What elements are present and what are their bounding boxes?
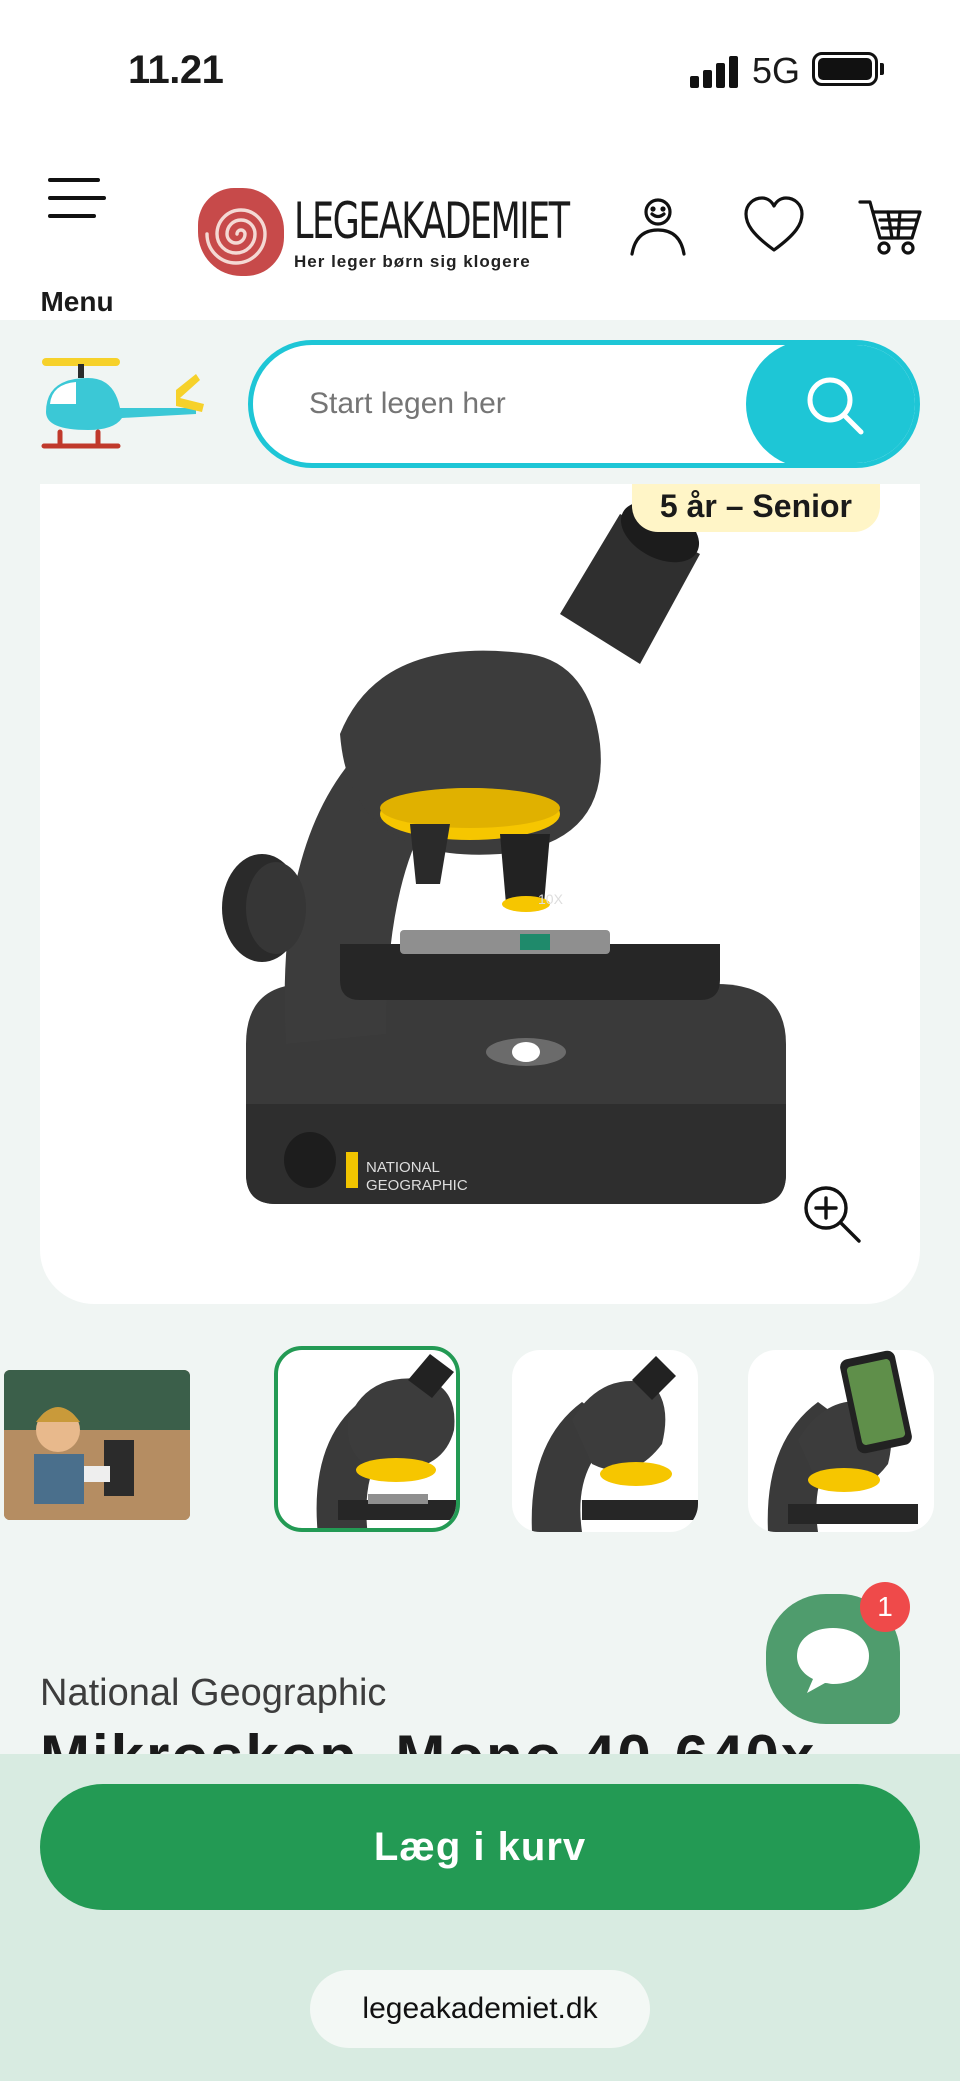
svg-text:10X: 10X — [538, 891, 564, 907]
browser-url-bar[interactable]: legeakademiet.dk — [310, 1970, 650, 2048]
user-icon[interactable] — [626, 194, 690, 258]
menu-label: Menu — [40, 286, 114, 317]
thumbnail-2[interactable] — [274, 1346, 460, 1532]
thumbnail-4[interactable] — [748, 1350, 934, 1532]
url-text: legeakademiet.dk — [362, 1992, 598, 2025]
logo-tagline: Her leger børn sig klogere — [294, 252, 531, 271]
battery-icon — [812, 52, 878, 86]
bottom-action-bar: Læg i kurv legeakademiet.dk — [0, 1754, 960, 2081]
cart-icon[interactable] — [858, 194, 922, 258]
status-time: 11.21 — [128, 48, 224, 92]
logo[interactable]: LEGEAKADEMIET Her leger børn sig klogere — [198, 184, 570, 284]
microscope-image: NATIONAL GEOGRAPHIC 10X — [222, 501, 786, 1204]
signal-icon — [690, 56, 740, 88]
svg-text:GEOGRAPHIC: GEOGRAPHIC — [366, 1177, 468, 1194]
thumbnail-1[interactable] — [4, 1370, 190, 1520]
search-row — [0, 320, 960, 484]
battery-tip — [880, 63, 884, 75]
thumbnail-strip — [0, 1346, 960, 1542]
site-header: Menu LEGEAKADEMIET Her leger børn sig kl… — [0, 140, 960, 320]
svg-text:NATIONAL: NATIONAL — [366, 1159, 440, 1176]
zoom-in-icon[interactable] — [800, 1182, 864, 1246]
age-badge: 5 år – Senior — [631, 484, 880, 532]
thumbnail-3[interactable] — [512, 1350, 698, 1532]
product-brand: National Geographic — [40, 1672, 387, 1714]
spiral-logo-icon — [198, 188, 284, 276]
logo-title: LEGEAKADEMIET — [294, 192, 570, 250]
status-bar: 11.21 5G — [0, 0, 960, 140]
search-icon — [807, 377, 864, 435]
product-image[interactable]: NATIONAL GEOGRAPHIC 10X 5 år – Senior — [40, 484, 920, 1304]
product-title-text: Mikroskop, Mono 40-640x — [40, 1722, 816, 1754]
search-button[interactable] — [746, 345, 915, 463]
menu-button[interactable]: Menu — [34, 178, 120, 317]
helicopter-icon — [36, 354, 206, 454]
search-bar — [248, 340, 920, 468]
chat-notification-badge: 1 — [860, 1582, 910, 1632]
network-label: 5G — [752, 50, 801, 91]
add-to-cart-button[interactable]: Læg i kurv — [40, 1784, 920, 1910]
search-input[interactable] — [309, 345, 729, 463]
heart-icon[interactable] — [742, 194, 806, 258]
